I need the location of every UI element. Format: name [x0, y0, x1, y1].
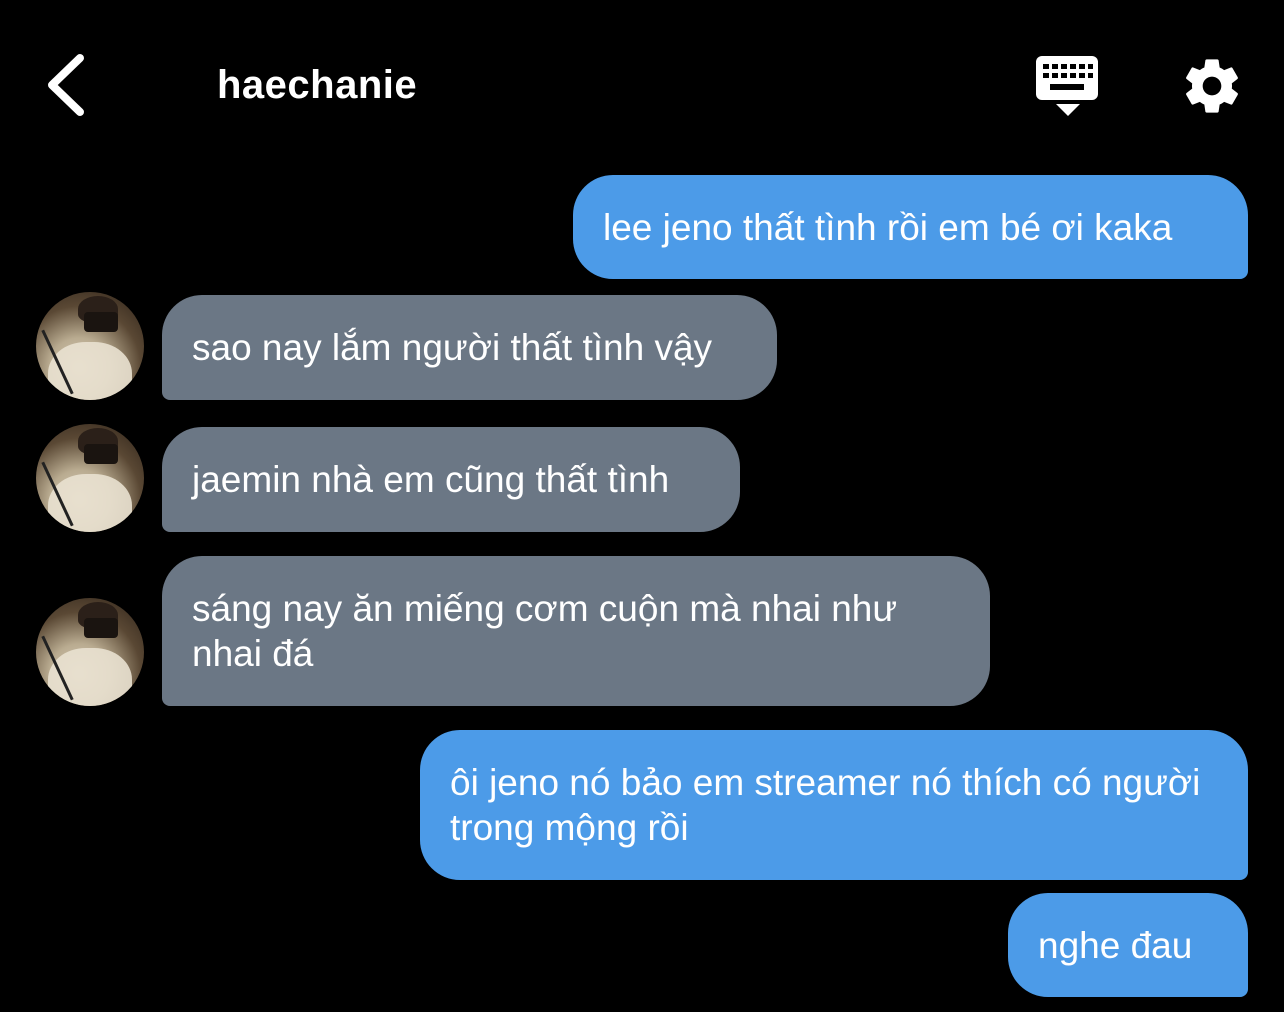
message-text: ôi jeno nó bảo em streamer nó thích có n…	[450, 762, 1201, 848]
avatar[interactable]	[36, 424, 144, 532]
settings-button[interactable]	[1180, 54, 1244, 118]
avatar[interactable]	[36, 292, 144, 400]
message-bubble-outgoing[interactable]: nghe đau	[1008, 893, 1248, 997]
keyboard-toggle-button[interactable]	[1034, 54, 1102, 120]
gear-icon	[1186, 59, 1238, 113]
message-bubble-outgoing[interactable]: lee jeno thất tình rồi em bé ơi kaka	[573, 175, 1248, 279]
chevron-left-icon	[48, 54, 84, 116]
message-text: lee jeno thất tình rồi em bé ơi kaka	[603, 206, 1173, 248]
message-text: jaemin nhà em cũng thất tình	[192, 459, 670, 500]
message-bubble-incoming[interactable]: jaemin nhà em cũng thất tình	[162, 427, 740, 532]
back-button[interactable]	[40, 50, 96, 120]
message-bubble-incoming[interactable]: sao nay lắm người thất tình vậy	[162, 295, 777, 400]
message-text: sáng nay ăn miếng cơm cuộn mà nhai như n…	[192, 588, 898, 674]
message-text: sao nay lắm người thất tình vậy	[192, 327, 713, 368]
avatar[interactable]	[36, 598, 144, 706]
chat-header: haechanie	[0, 0, 1284, 160]
message-text: nghe đau	[1038, 924, 1193, 966]
keyboard-icon	[1036, 56, 1098, 116]
message-bubble-outgoing[interactable]: ôi jeno nó bảo em streamer nó thích có n…	[420, 730, 1248, 880]
chat-title[interactable]: haechanie	[217, 60, 417, 110]
message-bubble-incoming[interactable]: sáng nay ăn miếng cơm cuộn mà nhai như n…	[162, 556, 990, 706]
